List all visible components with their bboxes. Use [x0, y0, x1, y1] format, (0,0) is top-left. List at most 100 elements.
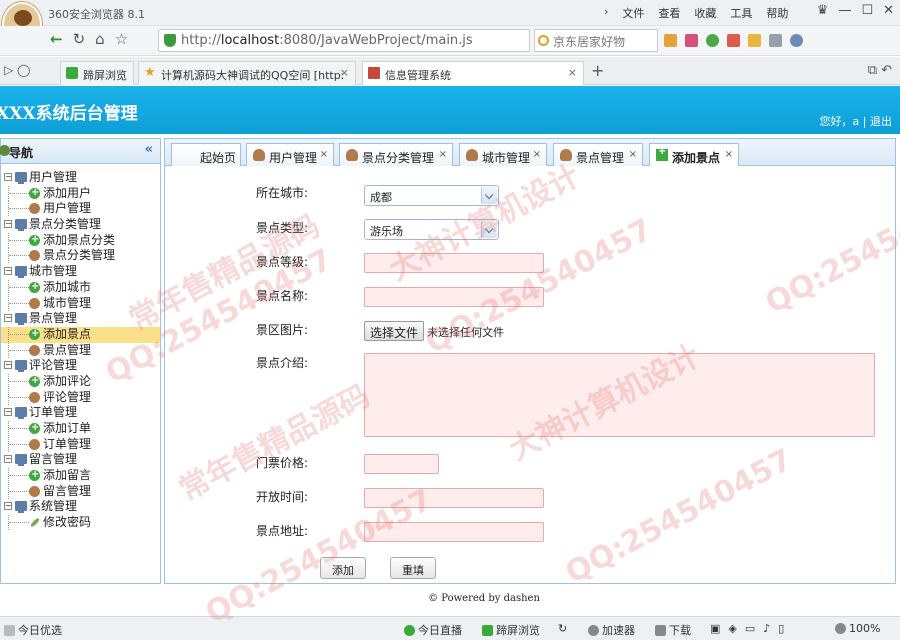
sidebar-item[interactable]: 景点分类管理	[1, 248, 160, 264]
tab-spot-manage[interactable]: 景点管理 ×	[553, 143, 643, 167]
browser-tab-qqzone[interactable]: ★ 计算机源码大神调试的QQ空间 [http: ×	[138, 61, 356, 85]
status-accel[interactable]: 加速器	[588, 622, 635, 638]
tab-city-manage[interactable]: 城市管理 ×	[459, 143, 547, 167]
minimize-icon[interactable]: —	[838, 3, 851, 18]
sidebar-group[interactable]: − 评论管理	[1, 358, 160, 374]
tab-close-icon[interactable]: ×	[320, 149, 328, 160]
sidebar-group[interactable]: − 留言管理	[1, 452, 160, 468]
search-engine-icon	[538, 35, 549, 46]
collapse-toggle-icon[interactable]: −	[4, 361, 12, 370]
close-icon[interactable]: ✕	[883, 3, 894, 18]
mail-icon[interactable]	[685, 34, 698, 47]
address-bar-row: ← ↻ ⌂ ☆ http://localhost:8080/JavaWebPro…	[0, 26, 900, 56]
status-tool-icons[interactable]: ▣◈▭♪▯	[710, 622, 792, 635]
back-icon[interactable]: ←	[50, 30, 63, 48]
status-live[interactable]: 今日直播	[404, 622, 462, 638]
status-split[interactable]: 蹄屏浏览	[482, 622, 540, 638]
tab-close-icon[interactable]: ×	[725, 149, 733, 160]
guard-icon[interactable]	[706, 34, 719, 47]
sidebar-item[interactable]: 添加订单	[1, 420, 160, 437]
sidebar-group[interactable]: − 景点管理	[1, 311, 160, 327]
home-icon[interactable]: ⌂	[95, 30, 105, 48]
zoom-search-icon[interactable]	[790, 34, 803, 47]
sidebar-group[interactable]: − 用户管理	[1, 170, 160, 186]
tab-add-spot[interactable]: 添加景点 ×	[649, 143, 739, 168]
sidebar-group[interactable]: − 系统管理	[1, 499, 160, 515]
tab-home[interactable]: 起始页	[171, 143, 241, 167]
intro-textarea[interactable]	[364, 353, 875, 437]
collapse-toggle-icon[interactable]: −	[4, 455, 12, 464]
sidebar-item[interactable]: 添加用户	[1, 185, 160, 202]
price-input[interactable]	[364, 454, 439, 474]
status-left-text: 今日优选	[18, 624, 62, 637]
collapse-icon[interactable]: «	[145, 142, 153, 157]
tab-close-icon[interactable]: ×	[340, 66, 349, 79]
search-box[interactable]: 京东居家好物	[534, 29, 658, 52]
tab-user-manage[interactable]: 用户管理 ×	[246, 143, 334, 167]
collapse-toggle-icon[interactable]: −	[4, 408, 12, 417]
status-refresh-icon[interactable]: ↻	[558, 622, 567, 635]
add-button[interactable]: 添加	[320, 557, 366, 579]
game-icon[interactable]	[769, 34, 782, 47]
city-select[interactable]: 成都	[364, 185, 499, 206]
nav-buttons: ← ↻ ⌂ ☆	[50, 30, 128, 48]
sidebar-item[interactable]: 添加景点分类	[1, 232, 160, 249]
sidebar-item[interactable]: 添加城市	[1, 279, 160, 296]
sidebar-item[interactable]: 城市管理	[1, 295, 160, 312]
new-tab-button[interactable]: +	[591, 61, 604, 80]
collapse-toggle-icon[interactable]: −	[4, 314, 12, 323]
ad-block-icon[interactable]	[727, 34, 740, 47]
tab-restore-icons[interactable]: ⧉ ↶	[868, 63, 892, 78]
sidebar-item[interactable]: 景点管理	[1, 342, 160, 359]
type-select[interactable]: 游乐场	[364, 219, 499, 240]
sidebar-item[interactable]: 添加景点	[1, 326, 160, 343]
tab-close-icon[interactable]: ×	[439, 149, 447, 160]
menu-help[interactable]: 帮助	[766, 5, 788, 21]
menu-tools[interactable]: 工具	[730, 5, 752, 21]
url-input[interactable]: http://localhost:8080/JavaWebProject/mai…	[158, 29, 530, 52]
screenshot-icon[interactable]	[748, 34, 761, 47]
sidebar-toggle-icon[interactable]: ▷ ◯	[4, 63, 30, 77]
menu-favorites[interactable]: 收藏	[694, 5, 716, 21]
reset-button[interactable]: 重填	[390, 557, 436, 579]
browser-tab-active[interactable]: 信息管理系统 ×	[362, 61, 584, 85]
sidebar-item[interactable]: 添加评论	[1, 373, 160, 390]
menu-view[interactable]: 查看	[658, 5, 680, 21]
open-time-input[interactable]	[364, 488, 544, 508]
apps-icon[interactable]	[664, 34, 677, 47]
level-input[interactable]	[364, 253, 544, 273]
sidebar-item[interactable]: 修改密码	[1, 515, 160, 531]
browser-tab-split[interactable]: 蹄屏浏览	[60, 61, 134, 85]
refresh-icon[interactable]: ↻	[73, 30, 86, 48]
tab-close-icon[interactable]: ×	[568, 66, 577, 79]
tab-close-icon[interactable]: ×	[629, 149, 637, 160]
choose-file-button[interactable]: 选择文件	[364, 321, 425, 341]
tab-close-icon[interactable]: ×	[533, 149, 541, 160]
tree-line	[9, 192, 29, 194]
sidebar-group[interactable]: − 订单管理	[1, 405, 160, 421]
collapse-toggle-icon[interactable]: −	[4, 502, 12, 511]
address-input[interactable]	[364, 522, 544, 542]
status-download[interactable]: 下载	[655, 622, 691, 638]
sidebar-item[interactable]: 添加留言	[1, 467, 160, 484]
collapse-toggle-icon[interactable]: −	[4, 173, 12, 181]
menu-file[interactable]: 文件	[622, 5, 644, 21]
sidebar-item[interactable]: 用户管理	[1, 201, 160, 217]
collapse-toggle-icon[interactable]: −	[4, 220, 12, 229]
tab-category-manage[interactable]: 景点分类管理 ×	[339, 143, 453, 167]
menu-arrow-icon[interactable]: ›	[604, 5, 608, 21]
star-icon[interactable]: ☆	[115, 30, 128, 48]
name-input[interactable]	[364, 287, 544, 307]
sidebar-group[interactable]: − 景点分类管理	[1, 217, 160, 233]
browser-title: 360安全浏览器 8.1	[48, 8, 145, 21]
sidebar-item[interactable]: 留言管理	[1, 483, 160, 500]
sidebar-item[interactable]: 订单管理	[1, 436, 160, 453]
logout-link[interactable]: 退出	[870, 115, 892, 128]
maximize-icon[interactable]: ☐	[861, 3, 873, 18]
sidebar-item[interactable]: 评论管理	[1, 389, 160, 406]
collapse-toggle-icon[interactable]: −	[4, 267, 12, 276]
skin-icon[interactable]: ♛	[817, 3, 829, 18]
sidebar-group[interactable]: − 城市管理	[1, 264, 160, 280]
status-left[interactable]: 今日优选	[4, 622, 62, 638]
zoom-level[interactable]: 100%	[835, 622, 880, 635]
